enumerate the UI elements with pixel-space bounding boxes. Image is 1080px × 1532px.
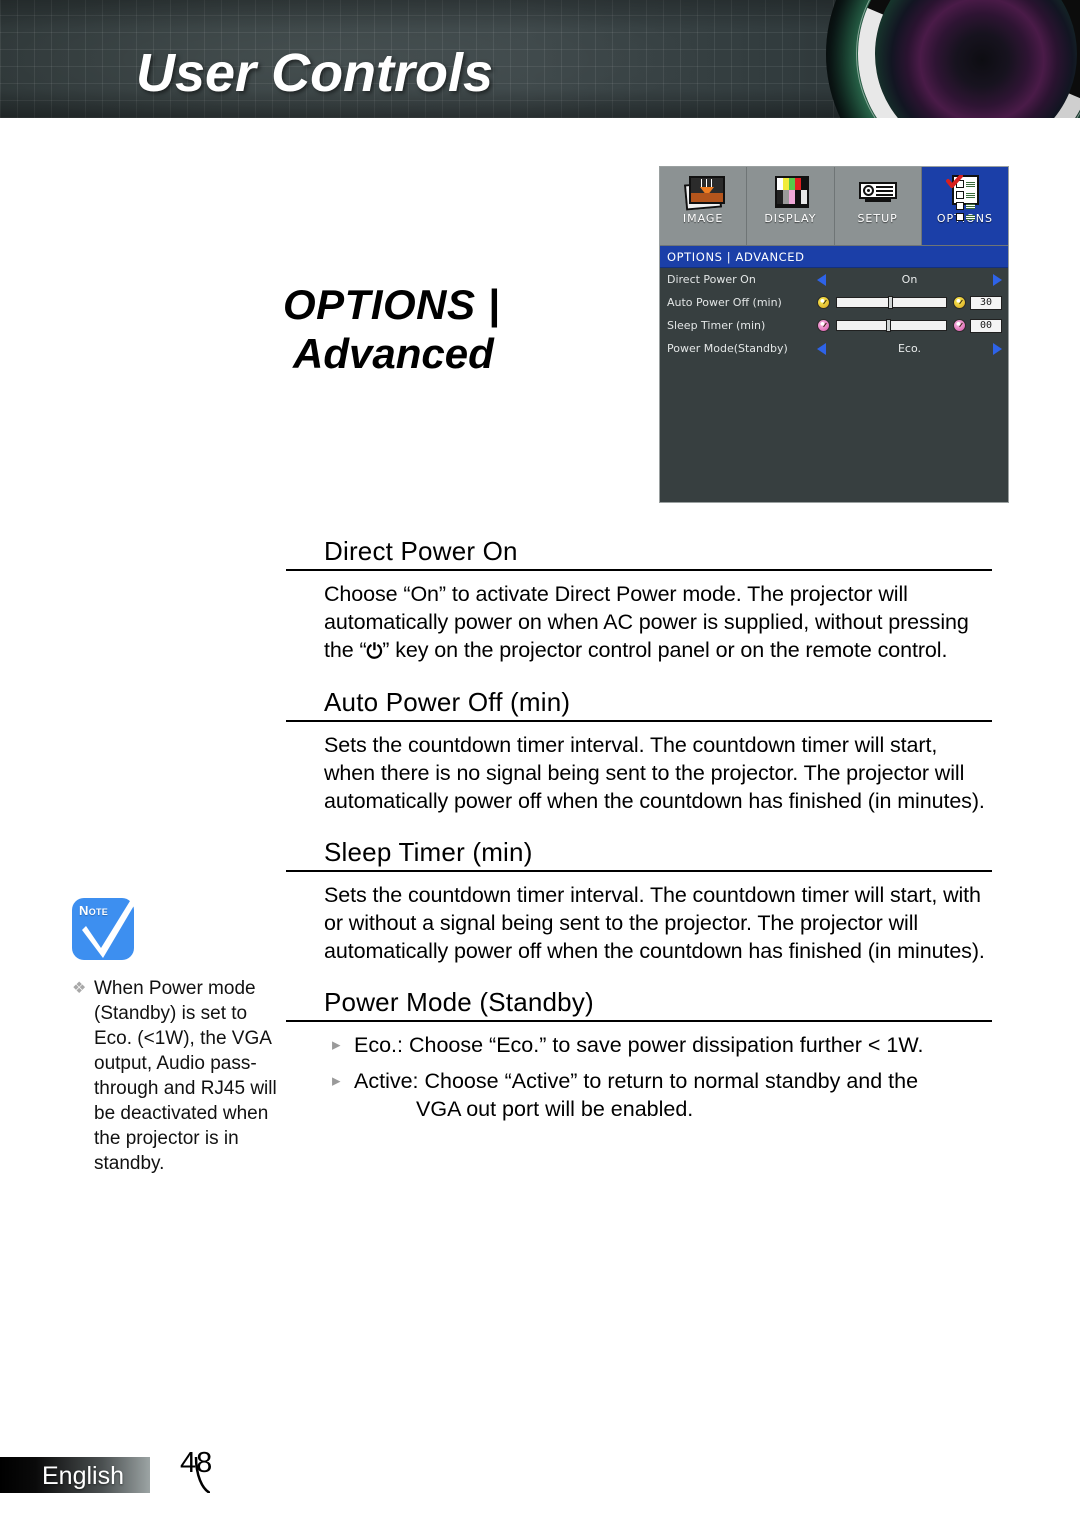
power-mode-bullet-list: ▸ Eco.: Choose “Eco.” to save power diss… — [286, 1031, 992, 1123]
osd-row-sleep-timer[interactable]: Sleep Timer (min) 00 — [660, 314, 1008, 337]
note-paragraph: When Power mode (Standby) is set to Eco.… — [94, 978, 277, 1174]
osd-menu-screenshot: IMAGE DISPLAY SETUP OPTIONS OPTIONS | AD… — [659, 166, 1009, 503]
section-body: Sets the countdown timer interval. The c… — [324, 733, 985, 813]
auto-power-off-value: 30 — [970, 295, 1002, 310]
osd-tab-image[interactable]: IMAGE — [660, 167, 748, 245]
options-checklist-icon — [943, 173, 987, 221]
note-text-block: ❖ When Power mode (Standby) is set to Ec… — [72, 976, 277, 1176]
slider-knob[interactable] — [886, 319, 892, 332]
osd-row-value: Eco. — [897, 342, 922, 355]
clock-yellow-icon — [817, 296, 830, 309]
section-body: Sets the countdown timer interval. The c… — [324, 883, 985, 963]
osd-tab-image-label: IMAGE — [682, 212, 724, 225]
section-power-mode-standby: Power Mode (Standby) ▸ Eco.: Choose “Eco… — [286, 987, 992, 1123]
sleep-timer-slider[interactable] — [836, 319, 947, 332]
power-button-icon: ⏻ — [366, 641, 383, 663]
arrow-left-icon[interactable] — [817, 342, 826, 355]
clock-pink-icon — [953, 319, 966, 332]
list-item-text: Active: Choose “Active” to return to nor… — [354, 1067, 992, 1123]
list-item-line1: Active: Choose “Active” to return to nor… — [354, 1069, 919, 1093]
note-callout: Note ❖ When Power mode (Standby) is set … — [72, 888, 277, 1176]
section-title: OPTIONS | Advanced — [283, 282, 643, 377]
bullet-marker-icon: ▸ — [332, 1035, 341, 1054]
section-sleep-timer: Sleep Timer (min) Sets the countdown tim… — [286, 837, 992, 965]
main-content: Direct Power On Choose “On” to activate … — [286, 536, 992, 1133]
osd-tab-setup-label: SETUP — [857, 212, 898, 225]
auto-power-off-slider[interactable] — [836, 296, 947, 309]
list-item: ▸ Eco.: Choose “Eco.” to save power diss… — [332, 1031, 992, 1059]
image-picture-icon — [681, 173, 726, 211]
display-colorbars-icon — [768, 173, 812, 209]
section-heading: Sleep Timer (min) — [286, 837, 992, 872]
osd-section-title: OPTIONS | ADVANCED — [660, 246, 1008, 268]
osd-row-label: Auto Power Off (min) — [667, 296, 782, 309]
list-item-line2: VGA out port will be enabled. — [416, 1097, 694, 1121]
osd-row-auto-power-off[interactable]: Auto Power Off (min) 30 — [660, 291, 1008, 314]
section-direct-power-on: Direct Power On Choose “On” to activate … — [286, 536, 992, 665]
section-auto-power-off: Auto Power Off (min) Sets the countdown … — [286, 687, 992, 815]
arrow-left-icon[interactable] — [817, 273, 826, 286]
osd-tab-display[interactable]: DISPLAY — [747, 167, 835, 245]
section-body-part2: ” key on the projector control panel or … — [382, 638, 948, 662]
sleep-timer-value: 00 — [970, 318, 1002, 333]
list-item-text: Eco.: Choose “Eco.” to save power dissip… — [354, 1033, 924, 1057]
page-title-banner: User Controls — [136, 43, 494, 103]
setup-projector-icon — [856, 173, 900, 209]
red-check-icon — [945, 175, 963, 188]
note-bullet-icon: ❖ — [72, 980, 87, 997]
osd-row-direct-power-on[interactable]: Direct Power On On — [660, 268, 1008, 291]
section-title-line2: Advanced — [293, 330, 494, 378]
slider-knob[interactable] — [888, 296, 894, 309]
section-heading: Auto Power Off (min) — [286, 687, 992, 722]
section-heading: Power Mode (Standby) — [286, 987, 992, 1022]
clock-yellow-icon — [953, 296, 966, 309]
page-number: 48 — [180, 1447, 213, 1479]
section-body: Choose “On” to activate Direct Power mod… — [286, 580, 992, 665]
arrow-right-icon[interactable] — [993, 273, 1002, 286]
note-badge-icon: Note — [72, 888, 142, 960]
clock-pink-icon — [817, 319, 830, 332]
lens-ring-outline — [856, 0, 1080, 118]
osd-row-label: Sleep Timer (min) — [667, 319, 766, 332]
osd-row-label: Power Mode(Standby) — [667, 342, 788, 355]
osd-tab-display-label: DISPLAY — [764, 212, 817, 225]
osd-row-label: Direct Power On — [667, 273, 756, 286]
osd-row-value: On — [901, 273, 918, 286]
footer-language-label: English — [42, 1462, 124, 1490]
osd-tab-options[interactable]: OPTIONS — [921, 167, 1008, 245]
section-heading: Direct Power On — [286, 536, 992, 571]
arrow-right-icon[interactable] — [993, 342, 1002, 355]
osd-tab-bar: IMAGE DISPLAY SETUP OPTIONS — [660, 167, 1008, 246]
osd-tab-setup[interactable]: SETUP — [834, 167, 922, 245]
bullet-marker-icon: ▸ — [332, 1071, 341, 1090]
check-mark-icon — [82, 888, 142, 958]
page-header-banner: User Controls — [0, 0, 1080, 118]
osd-row-power-mode[interactable]: Power Mode(Standby) Eco. — [660, 337, 1008, 360]
list-item: ▸ Active: Choose “Active” to return to n… — [332, 1067, 992, 1123]
section-title-line1: OPTIONS | — [283, 281, 500, 328]
